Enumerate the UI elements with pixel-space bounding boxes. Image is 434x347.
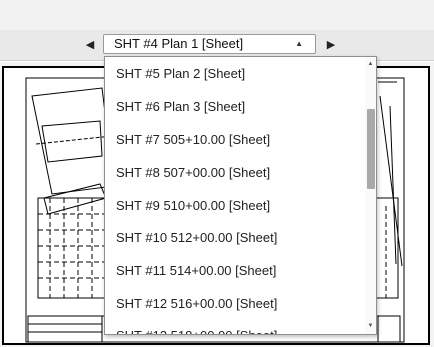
- dropdown-option[interactable]: SHT #12 516+00.00 [Sheet]: [105, 290, 367, 318]
- dropdown-option[interactable]: SHT #13 518+00.00 [Sheet]: [105, 322, 367, 334]
- prev-sheet-icon[interactable]: ◀: [82, 37, 98, 53]
- dropdown-option[interactable]: SHT #11 514+00.00 [Sheet]: [105, 257, 367, 285]
- sheet-select-value: SHT #4 Plan 1 [Sheet]: [114, 36, 244, 51]
- top-bar: [0, 0, 434, 31]
- scrollbar-thumb[interactable]: [367, 109, 375, 189]
- dropdown-option[interactable]: SHT #6 Plan 3 [Sheet]: [105, 93, 367, 121]
- sheet-dropdown-list[interactable]: SHT #5 Plan 2 [Sheet] SHT #6 Plan 3 [She…: [104, 56, 377, 335]
- dropdown-option[interactable]: SHT #9 510+00.00 [Sheet]: [105, 192, 367, 220]
- dropdown-option[interactable]: SHT #8 507+00.00 [Sheet]: [105, 159, 367, 187]
- dropdown-caret-icon: ▲: [295, 39, 303, 48]
- sheet-select[interactable]: SHT #4 Plan 1 [Sheet] ▲: [103, 34, 316, 54]
- scroll-down-icon[interactable]: ▼: [365, 321, 376, 331]
- dropdown-option[interactable]: SHT #7 505+10.00 [Sheet]: [105, 126, 367, 154]
- next-sheet-icon[interactable]: ▶: [323, 37, 339, 53]
- dropdown-scrollbar[interactable]: ▲ ▼: [365, 57, 376, 334]
- dropdown-option[interactable]: SHT #5 Plan 2 [Sheet]: [105, 60, 367, 88]
- scroll-up-icon[interactable]: ▲: [365, 59, 376, 69]
- dropdown-option[interactable]: SHT #10 512+00.00 [Sheet]: [105, 224, 367, 252]
